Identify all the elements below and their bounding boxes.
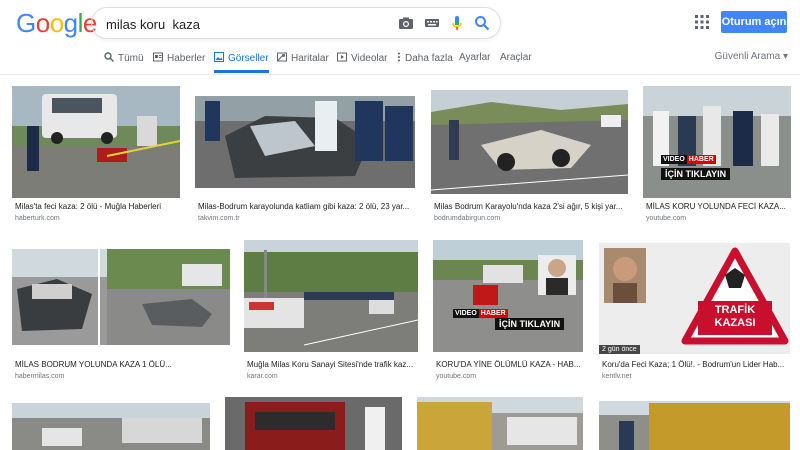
tab-more[interactable]: Daha fazla <box>397 52 453 73</box>
tab-tools[interactable]: Araçlar <box>500 52 532 73</box>
result-thumbnail[interactable] <box>599 401 790 450</box>
result-thumbnail[interactable]: VIDEO HABER İÇİN TIKLAYIN <box>433 240 583 352</box>
tab-images[interactable]: Görseller <box>214 52 269 73</box>
image-result[interactable]: VIDEO HABER İÇİN TIKLAYIN MİLAS KORU YOLU… <box>643 86 791 226</box>
video-haber-label: VIDEO HABER <box>661 155 716 164</box>
camera-icon[interactable] <box>398 15 414 31</box>
image-result[interactable]: VIDEO HABER İÇİN TIKLAYIN KORU'DA YİNE ÖL… <box>433 240 583 384</box>
result-source: youtube.com <box>646 215 687 222</box>
logo-letter: G <box>16 8 36 38</box>
warning-sign-text: TRAFİK KAZASI <box>700 304 770 330</box>
tab-label: Daha fazla <box>405 53 453 64</box>
result-thumbnail[interactable] <box>12 249 230 345</box>
play-icon <box>337 52 347 62</box>
result-caption[interactable]: Milas'ta feci kaza: 2 ölü - Muğla Haberl… <box>15 202 180 211</box>
search-icon <box>104 52 114 62</box>
logo-letter: o <box>49 8 64 38</box>
result-thumbnail[interactable] <box>195 96 415 188</box>
tab-label: Videolar <box>351 53 388 64</box>
result-caption[interactable]: Milas-Bodrum karayolunda katliam gibi ka… <box>198 202 413 211</box>
result-caption[interactable]: MİLAS KORU YOLUNDA FECİ KAZA... <box>646 202 791 211</box>
image-result[interactable]: MİLAS BODRUM YOLUNDA KAZA 1 ÖLÜ... haber… <box>12 244 230 384</box>
result-thumbnail[interactable] <box>417 397 583 450</box>
tab-maps[interactable]: Haritalar <box>277 52 329 73</box>
news-icon <box>153 52 163 62</box>
sign-in-button[interactable]: Oturum açın <box>721 11 787 33</box>
image-icon <box>214 52 224 62</box>
result-thumbnail[interactable] <box>12 86 180 198</box>
haber-label: HABER <box>478 309 508 318</box>
result-source: youtube.com <box>436 373 477 380</box>
tab-label: Araçlar <box>500 52 532 63</box>
result-source: habermilas.com <box>15 373 65 380</box>
video-haber-label: VIDEO HABER <box>453 309 508 318</box>
tab-label: Haberler <box>167 53 206 64</box>
result-source: takvim.com.tr <box>198 215 240 222</box>
result-source: bodrumdabirgun.com <box>434 215 501 222</box>
result-thumbnail[interactable] <box>244 240 418 352</box>
image-result[interactable] <box>417 397 583 450</box>
tab-label: Ayarlar <box>459 52 491 63</box>
logo-letter: o <box>35 8 50 38</box>
video-label: VIDEO <box>661 155 687 164</box>
result-caption[interactable]: KORU'DA YİNE ÖLÜMLÜ KAZA - HAB... <box>436 360 584 369</box>
image-result[interactable]: Muğla Milas Koru Sanayi Sitesi'nde trafi… <box>244 240 418 384</box>
result-thumbnail[interactable]: VIDEO HABER İÇİN TIKLAYIN <box>643 86 791 198</box>
tab-settings[interactable]: Ayarlar <box>459 52 491 73</box>
result-source: karar.com <box>247 373 278 380</box>
result-thumbnail[interactable] <box>12 403 210 450</box>
tab-videos[interactable]: Videolar <box>337 52 388 73</box>
image-result[interactable]: Milas'ta feci kaza: 2 ölü - Muğla Haberl… <box>12 86 180 226</box>
result-thumbnail[interactable]: TRAFİK KAZASI 2 gün önce <box>599 243 790 354</box>
apps-grid-icon[interactable] <box>695 15 709 29</box>
search-tabs: Tümü Haberler Görseller Haritalar Videol… <box>0 46 800 73</box>
image-result[interactable] <box>12 403 210 450</box>
more-vert-icon <box>398 52 400 62</box>
image-result[interactable]: Milas Bodrum Karayolu'nda kaza 2'si ağır… <box>431 86 628 226</box>
image-result[interactable]: Milas-Bodrum karayolunda katliam gibi ka… <box>195 86 415 226</box>
search-icon[interactable] <box>474 15 490 31</box>
result-source: haberturk.com <box>15 215 60 222</box>
tab-label: Görseller <box>228 53 269 64</box>
keyboard-icon[interactable] <box>424 15 440 31</box>
image-result[interactable]: TRAFİK KAZASI 2 gün önce Koru'da Feci Ka… <box>599 243 790 384</box>
image-result[interactable] <box>225 397 402 450</box>
safe-search-toggle[interactable]: Güvenli Arama ▾ <box>715 51 788 62</box>
result-caption[interactable]: Milas Bodrum Karayolu'nda kaza 2'si ağır… <box>434 202 629 211</box>
tab-label: Haritalar <box>291 53 329 64</box>
header: Google Oturum <box>0 0 800 75</box>
video-label: VIDEO <box>453 309 479 318</box>
tab-label: Tümü <box>118 53 144 64</box>
microphone-icon[interactable] <box>449 15 465 31</box>
sign-line: TRAFİK <box>714 304 756 316</box>
google-logo[interactable]: Google <box>16 9 97 37</box>
haber-label: HABER <box>686 155 716 164</box>
search-input[interactable] <box>104 14 388 34</box>
result-thumbnail[interactable] <box>431 90 628 194</box>
image-result[interactable] <box>599 401 790 450</box>
tab-news[interactable]: Haberler <box>153 52 205 73</box>
result-thumbnail[interactable] <box>225 397 402 450</box>
result-source: kentlv.net <box>602 373 632 380</box>
search-box <box>91 7 501 39</box>
sign-line: KAZASI <box>714 317 756 329</box>
click-banner: İÇİN TIKLAYIN <box>495 318 565 330</box>
time-badge: 2 gün önce <box>599 345 640 354</box>
result-caption[interactable]: Koru'da Feci Kaza; 1 Ölü!. - Bodrum'un L… <box>602 360 790 369</box>
result-caption[interactable]: MİLAS BODRUM YOLUNDA KAZA 1 ÖLÜ... <box>15 360 215 369</box>
result-caption[interactable]: Muğla Milas Koru Sanayi Sitesi'nde trafi… <box>247 360 419 369</box>
click-banner: İÇİN TIKLAYIN <box>661 168 731 180</box>
logo-letter: g <box>63 8 78 38</box>
map-pin-icon <box>277 52 287 62</box>
tab-all[interactable]: Tümü <box>104 52 144 73</box>
